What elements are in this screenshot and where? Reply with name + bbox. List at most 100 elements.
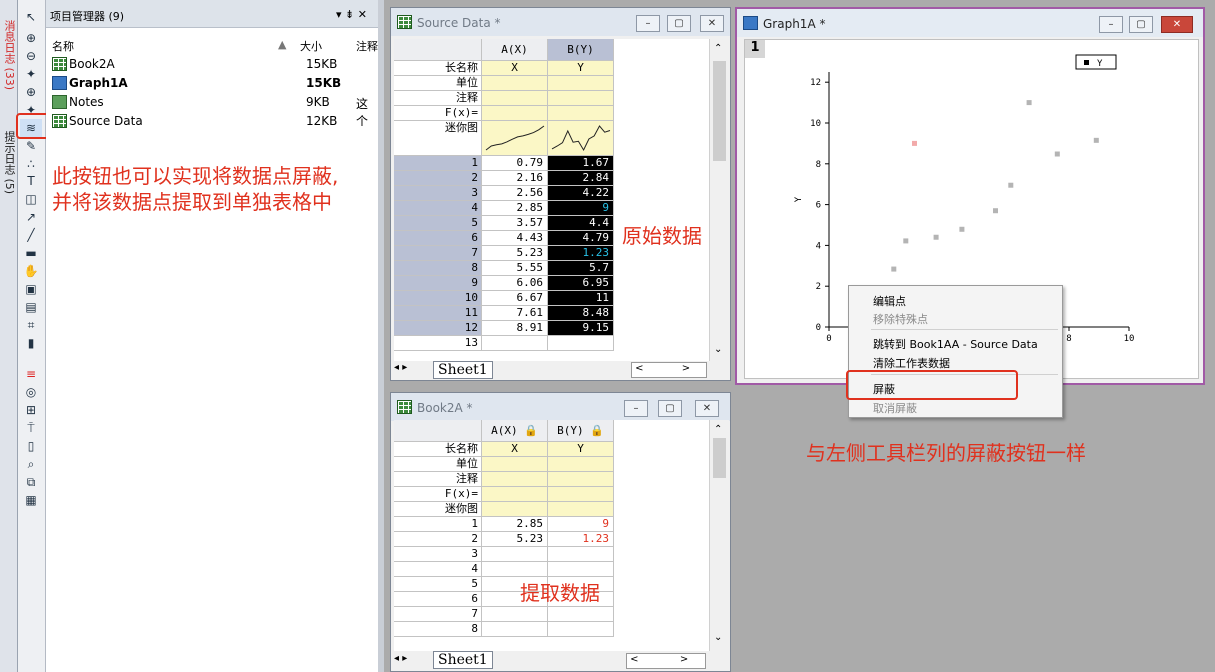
scroll-down-icon[interactable]: ⌄ [714,632,722,643]
minimize-button[interactable]: – [1099,16,1123,33]
column-note-header[interactable]: 注释 [356,38,378,54]
data-point[interactable] [891,266,897,272]
zoom-out-icon[interactable]: ⊖ [20,47,42,65]
row-label[interactable]: 单位 [394,76,482,91]
cell-a[interactable]: 0.79 [482,156,548,171]
header-cell-a[interactable] [482,502,548,517]
header-cell-b[interactable] [548,472,614,487]
maximize-button[interactable]: ▢ [667,15,691,32]
cell-a[interactable]: 5.23 [482,532,548,547]
cell-b[interactable]: 1.23 [548,246,614,261]
cell-b[interactable]: 9 [548,517,614,532]
cell-b[interactable]: 6.95 [548,276,614,291]
menu-item-goto-book[interactable]: 跳转到 Book1AA - Source Data [873,336,1038,352]
header-cell-a[interactable] [482,472,548,487]
table-object-icon[interactable]: ⊞ [20,401,42,419]
column-header-a[interactable]: A(X) 🔒 [482,420,548,442]
row-number[interactable]: 2 [394,532,482,547]
cell-a[interactable]: 5.23 [482,246,548,261]
cell-b[interactable] [548,336,614,351]
row-number[interactable]: 12 [394,321,482,336]
header-cell-b[interactable] [548,487,614,502]
row-label[interactable]: 长名称 [394,61,482,76]
cell-b[interactable]: 9.15 [548,321,614,336]
row-number[interactable]: 2 [394,171,482,186]
row-number[interactable]: 7 [394,607,482,622]
book2a-grid[interactable]: A(X) 🔒 B(Y) 🔒 长名称 X Y 单位 注释 F(x)= 迷你图 1 2.85 9 2 5.23… [394,420,709,651]
row-number[interactable]: 8 [394,622,482,637]
row-number[interactable]: 8 [394,261,482,276]
close-button[interactable]: ✕ [700,15,724,32]
row-number[interactable]: 6 [394,592,482,607]
header-cell-a[interactable] [482,487,548,502]
row-number[interactable]: 1 [394,156,482,171]
sheet-tab[interactable]: Sheet1 [433,361,493,379]
data-point[interactable] [903,238,909,244]
hints-log-tab[interactable]: 提示日志 (5) [0,118,17,208]
cell-a[interactable]: 3.57 [482,216,548,231]
cell-b[interactable] [548,547,614,562]
close-button[interactable]: ✕ [695,400,719,417]
source-data-grid[interactable]: A(X) B(Y) 长名称 X Y 单位 注释 F(x)= 迷你图 1 0.79 1.67 2 2.16 2… [394,39,709,361]
insert-object-icon[interactable]: ◫ [20,190,42,208]
header-cell-b[interactable]: Y [548,442,614,457]
header-cell-b[interactable] [548,121,614,156]
maximize-button[interactable]: ▢ [658,400,682,417]
screen-reader-icon[interactable]: ✦ [20,65,42,83]
header-cell-a[interactable]: X [482,442,548,457]
data-point[interactable] [1026,100,1032,106]
header-cell-a[interactable] [482,91,548,106]
sheet-nav-icon[interactable]: ◂ ▸ [394,653,434,669]
cell-a[interactable]: 2.85 [482,517,548,532]
row-number[interactable]: 10 [394,291,482,306]
sheet-nav-icon[interactable]: ◂ ▸ [394,362,434,378]
row-label[interactable]: 单位 [394,457,482,472]
zoom-in-icon[interactable]: ⊕ [20,29,42,47]
line-tool-icon[interactable]: ╱ [20,226,42,244]
header-cell-a[interactable] [482,76,548,91]
row-number[interactable]: 1 [394,517,482,532]
data-point[interactable] [933,234,939,240]
horizontal-scrollbar[interactable]: < > [631,362,707,378]
cell-b[interactable] [548,562,614,577]
region-tool-icon[interactable]: ⌗ [20,316,42,334]
menu-item-remove-special-point[interactable]: 移除特殊点 [873,311,928,327]
header-cell-a[interactable]: X [482,61,548,76]
row-label[interactable]: 长名称 [394,442,482,457]
menu-item-edit-point[interactable]: 编辑点 [873,293,906,309]
sheet-tab[interactable]: Sheet1 [433,651,493,669]
cell-a[interactable] [482,607,548,622]
draw-data-icon[interactable]: ✎ [20,137,42,155]
column-name-header[interactable]: 名称 [52,38,74,54]
rectangle-tool-icon[interactable]: ▬ [20,244,42,262]
source-data-titlebar[interactable]: Source Data * – ▢ ✕ [391,8,730,36]
scroll-thumb[interactable] [713,438,726,478]
column-header-b[interactable]: B(Y) 🔒 [548,420,614,442]
notes-object-icon[interactable]: ▯ [20,437,42,455]
row-number[interactable]: 9 [394,276,482,291]
vertical-scrollbar[interactable]: ⌃ ⌄ [709,420,729,651]
row-number[interactable]: 4 [394,201,482,216]
cell-a[interactable] [482,547,548,562]
copy-object-icon[interactable]: ⧉ [20,473,42,491]
search-object-icon[interactable]: ⌕ [20,455,42,473]
header-cell-a[interactable] [482,457,548,472]
graph-object-icon[interactable]: ▣ [20,280,42,298]
cell-a[interactable]: 4.43 [482,231,548,246]
header-cell-a[interactable] [482,121,548,156]
header-cell-b[interactable] [548,502,614,517]
project-item-book2a[interactable]: Book2A 15KB [52,55,372,74]
pointer-tool-icon[interactable]: ↖ [20,8,42,26]
project-item-graph1a[interactable]: Graph1A 15KB [52,74,372,93]
column-header-a[interactable]: A(X) [482,39,548,61]
vertical-scrollbar[interactable]: ⌃ ⌄ [709,39,729,361]
cell-a[interactable]: 6.67 [482,291,548,306]
project-item-notes[interactable]: Notes 9KB 这个 [52,93,372,128]
column-header-b[interactable]: B(Y) [548,39,614,61]
scroll-down-icon[interactable]: ⌄ [714,344,722,355]
color-bar-icon[interactable]: ≡ [20,365,42,383]
cell-a[interactable]: 8.91 [482,321,548,336]
corner-cell[interactable] [394,39,482,61]
row-number[interactable]: 3 [394,186,482,201]
cell-a[interactable] [482,562,548,577]
